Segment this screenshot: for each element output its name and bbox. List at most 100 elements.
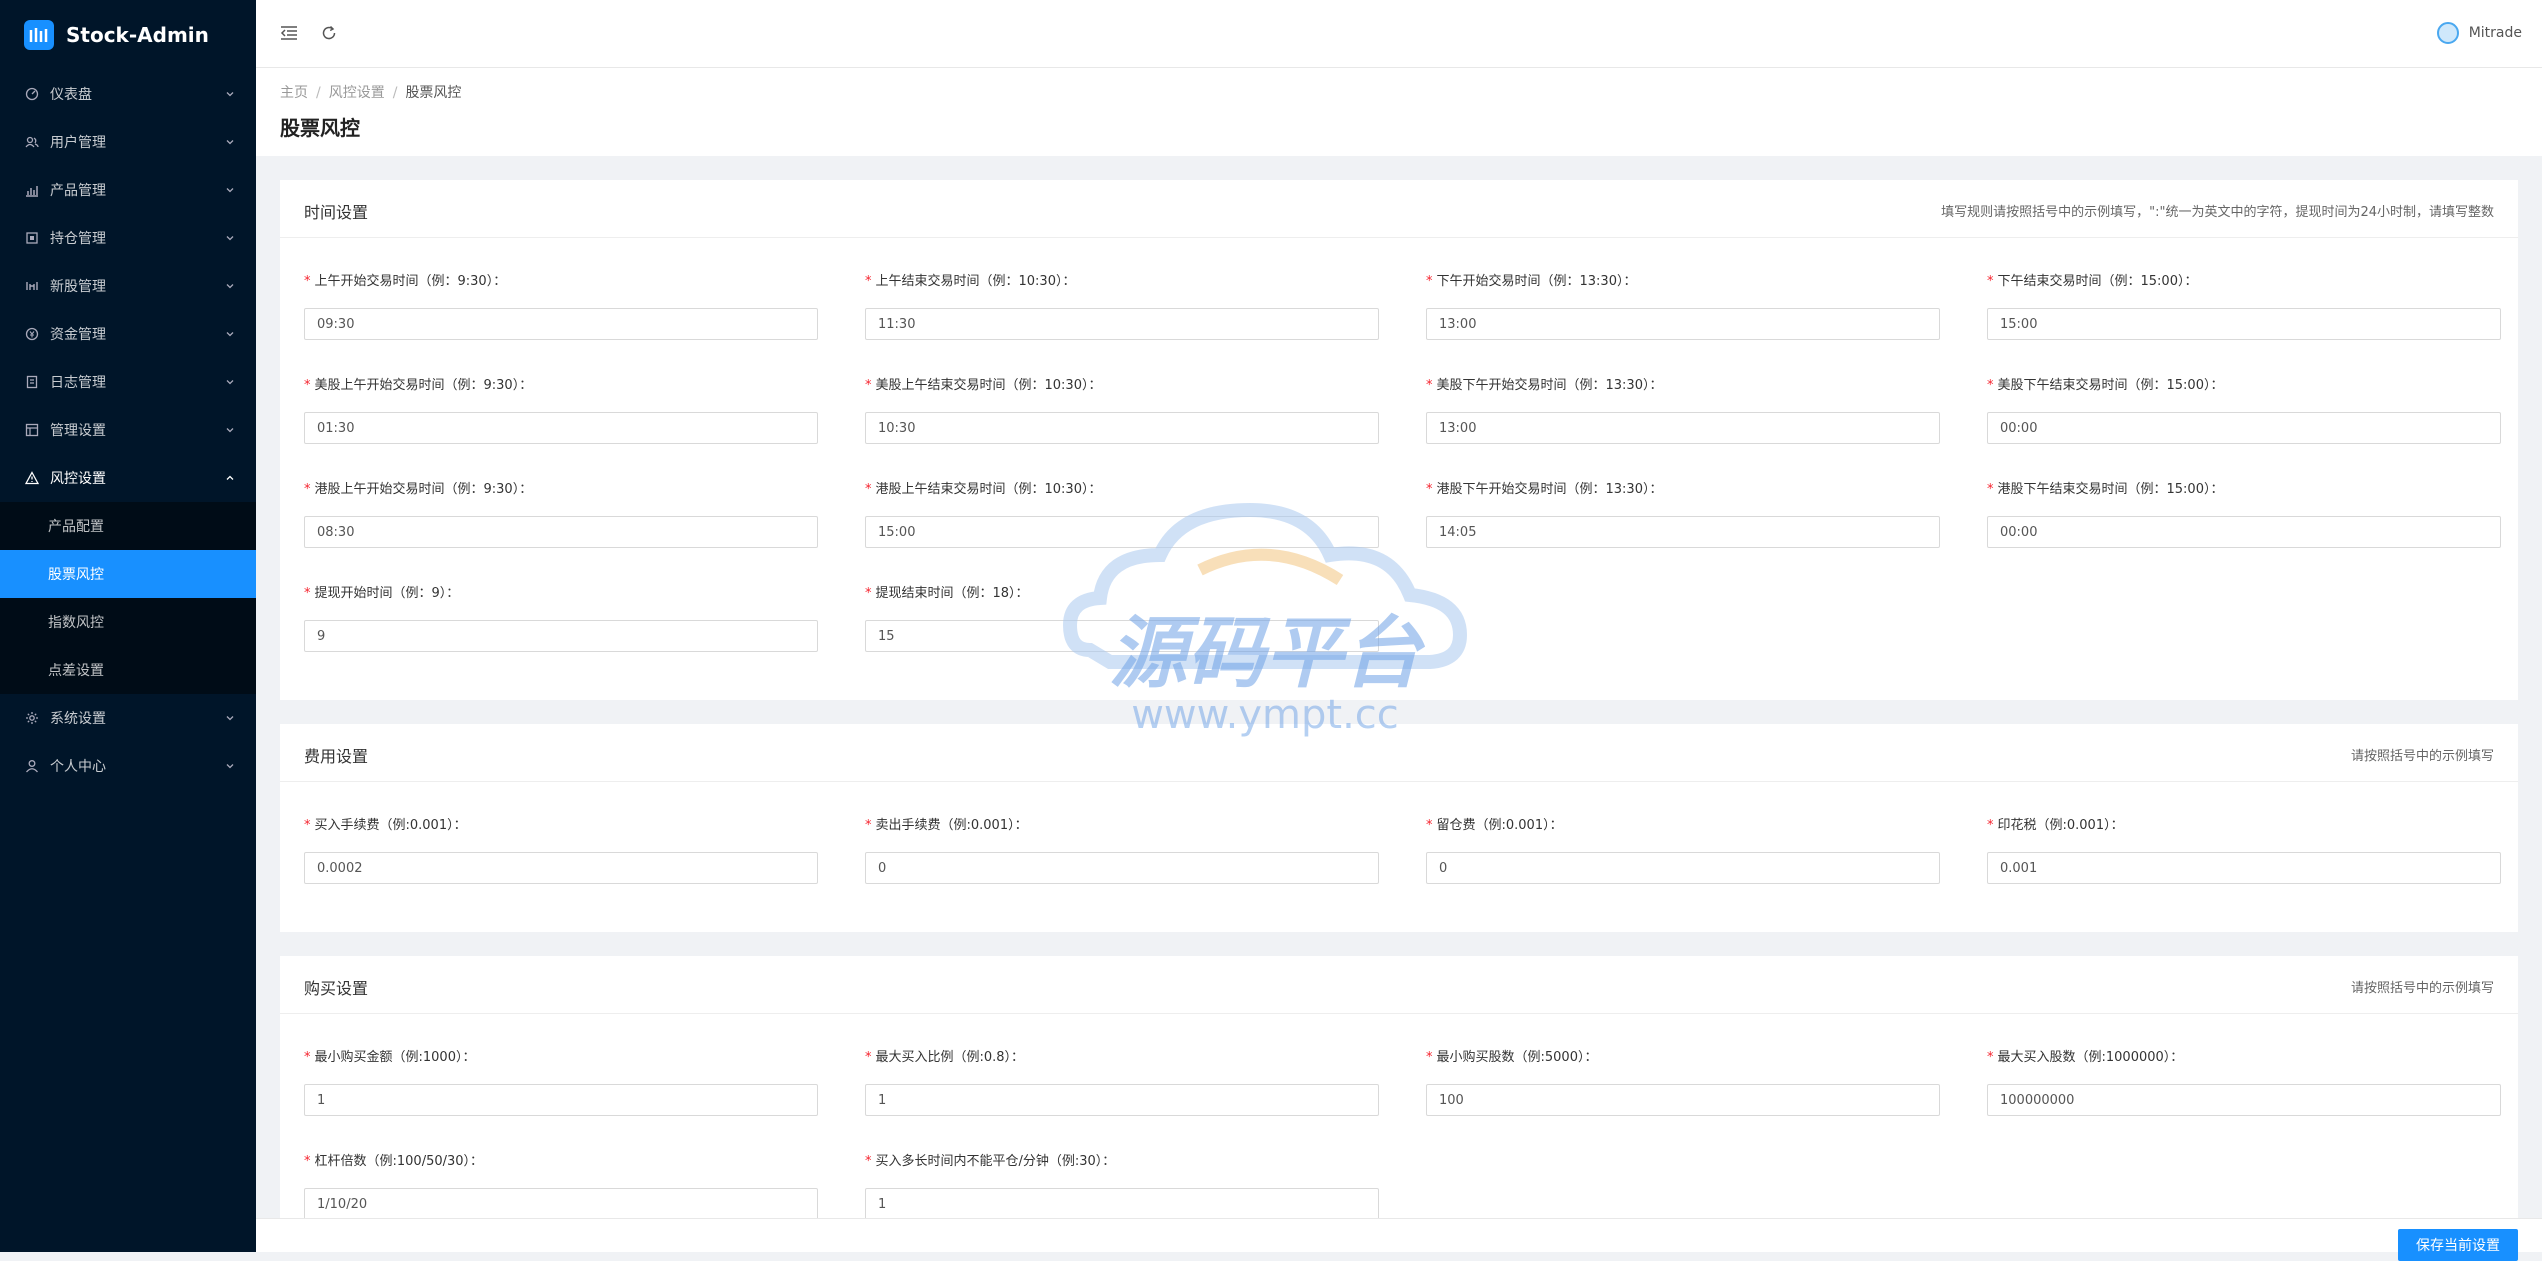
us-am-end-time-input[interactable] [865,412,1379,444]
form-field: * 提现开始时间（例：9）： [304,584,818,652]
form-field: * 美股下午开始交易时间（例：13:30）： [1426,376,1940,444]
admin-settings-icon [24,422,40,438]
chevron-down-icon [224,136,236,148]
form-field: * 最小购买股数（例:5000）： [1426,1048,1940,1116]
withdraw-end-time-input[interactable] [865,620,1379,652]
am-start-time-input[interactable] [304,308,818,340]
max-buy-shares-input[interactable] [1987,1084,2501,1116]
money-icon [24,326,40,342]
refresh-icon[interactable] [318,22,340,44]
form-field: * 提现结束时间（例：18）： [865,584,1379,652]
form-field: * 最大买入比例（例:0.8）： [865,1048,1379,1116]
chart-icon [24,182,40,198]
sidebar-item-users[interactable]: 用户管理 [0,118,256,166]
form-field: * 杠杆倍数（例:100/50/30）： [304,1152,818,1220]
form-field: * 港股下午结束交易时间（例：15:00）： [1987,480,2501,548]
breadcrumb-parent[interactable]: 风控设置 [329,85,385,101]
form-field: * 下午开始交易时间（例：13:30）： [1426,272,1940,340]
ipo-icon [24,278,40,294]
us-pm-start-time-input[interactable] [1426,412,1940,444]
hk-am-start-time-input[interactable] [304,516,818,548]
min-buy-amount-input[interactable] [304,1084,818,1116]
chevron-down-icon [224,376,236,388]
chevron-down-icon [224,424,236,436]
chevron-down-icon [224,280,236,292]
users-icon [24,134,40,150]
card-title: 时间设置 [304,203,369,222]
withdraw-start-time-input[interactable] [304,620,818,652]
page-title: 股票风控 [280,116,360,140]
sidebar-item-risk-settings[interactable]: 风控设置 [0,454,256,502]
chevron-down-icon [224,760,236,772]
form-field: * 港股上午开始交易时间（例：9:30）： [304,480,818,548]
sidebar-item-spread-settings[interactable]: 点差设置 [0,646,256,694]
sidebar-item-dashboard[interactable]: 仪表盘 [0,70,256,118]
sidebar-item-system-settings[interactable]: 系统设置 [0,694,256,742]
min-buy-shares-input[interactable] [1426,1084,1940,1116]
sidebar-item-logs[interactable]: 日志管理 [0,358,256,406]
save-settings-button[interactable]: 保存当前设置 [2398,1229,2518,1261]
log-icon [24,374,40,390]
form-field: * 上午开始交易时间（例：9:30）： [304,272,818,340]
sidebar-item-product-config[interactable]: 产品配置 [0,502,256,550]
hk-am-end-time-input[interactable] [865,516,1379,548]
buy-settings-card: 购买设置 请按照括号中的示例填写 *最小购买金额（例:1000）： *最大买入比… [280,956,2518,1220]
card-hint: 填写规则请按照括号中的示例填写，":"统一为英文中的字符，提现时间为24小时制，… [1941,205,2494,220]
sidebar-item-index-risk[interactable]: 指数风控 [0,598,256,646]
form-field: * 卖出手续费（例:0.001）： [865,816,1379,884]
stamp-tax-input[interactable] [1987,852,2501,884]
chevron-up-icon [224,472,236,484]
form-field: * 港股下午开始交易时间（例：13:30）： [1426,480,1940,548]
app-title: Stock-Admin [66,23,209,47]
us-am-start-time-input[interactable] [304,412,818,444]
page-header: 主页 / 风控设置 / 股票风控 股票风控 [256,68,2542,156]
min-hold-minutes-input[interactable] [865,1188,1379,1220]
hk-pm-end-time-input[interactable] [1987,516,2501,548]
sidebar-item-admin-settings[interactable]: 管理设置 [0,406,256,454]
form-field: * 美股上午开始交易时间（例：9:30）： [304,376,818,444]
user-menu[interactable]: Mitrade [2436,22,2522,44]
hk-pm-start-time-input[interactable] [1426,516,1940,548]
form-field: * 最小购买金额（例:1000）： [304,1048,818,1116]
sidebar-item-stock-risk[interactable]: 股票风控 [0,550,256,598]
top-header: Mitrade [256,0,2542,68]
form-field: * 最大买入股数（例:1000000）： [1987,1048,2501,1116]
max-buy-ratio-input[interactable] [865,1084,1379,1116]
form-field: * 港股上午结束交易时间（例：10:30）： [865,480,1379,548]
menu-fold-icon[interactable] [278,22,300,44]
gear-icon [24,710,40,726]
fee-settings-card: 费用设置 请按照括号中的示例填写 *买入手续费（例:0.001）： *卖出手续费… [280,724,2518,932]
card-hint: 请按照括号中的示例填写 [2350,981,2494,996]
form-field: * 上午结束交易时间（例：10:30）： [865,272,1379,340]
chevron-down-icon [224,88,236,100]
avatar [2436,22,2459,44]
sell-fee-input[interactable] [865,852,1379,884]
am-end-time-input[interactable] [865,308,1379,340]
sidebar-item-positions[interactable]: 持仓管理 [0,214,256,262]
time-settings-card: 时间设置 填写规则请按照括号中的示例填写，":"统一为英文中的字符，提现时间为2… [280,180,2518,700]
sidebar-item-ipo[interactable]: 新股管理 [0,262,256,310]
pm-start-time-input[interactable] [1426,308,1940,340]
username: Mitrade [2468,25,2522,41]
card-hint: 请按照括号中的示例填写 [2350,749,2494,764]
brand[interactable]: Stock-Admin [0,0,256,70]
sidebar-item-products[interactable]: 产品管理 [0,166,256,214]
chevron-down-icon [224,184,236,196]
holding-fee-input[interactable] [1426,852,1940,884]
breadcrumb: 主页 / 风控设置 / 股票风控 [280,85,462,101]
breadcrumb-current: 股票风控 [405,85,462,101]
us-pm-end-time-input[interactable] [1987,412,2501,444]
position-icon [24,230,40,246]
form-field: * 留仓费（例:0.001）： [1426,816,1940,884]
risk-submenu: 产品配置 股票风控 指数风控 点差设置 [0,502,256,694]
buy-fee-input[interactable] [304,852,818,884]
sidebar-item-funds[interactable]: 资金管理 [0,310,256,358]
pm-end-time-input[interactable] [1987,308,2501,340]
sidebar-item-profile[interactable]: 个人中心 [0,742,256,790]
leverage-input[interactable] [304,1188,818,1220]
card-title: 费用设置 [304,747,369,766]
dashboard-icon [24,86,40,102]
card-title: 购买设置 [304,979,369,998]
breadcrumb-home[interactable]: 主页 [280,85,308,101]
form-field: * 买入手续费（例:0.001）： [304,816,818,884]
